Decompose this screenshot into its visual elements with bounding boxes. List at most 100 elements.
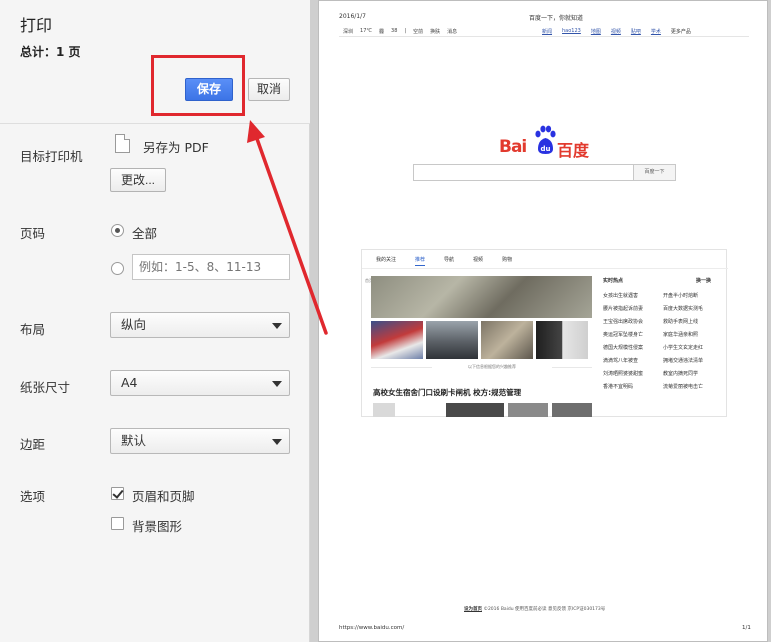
layout-label: 布局 — [20, 322, 46, 337]
options-label: 选项 — [20, 489, 46, 504]
preview-hot-item: 开盘半小时熔断 — [663, 293, 699, 299]
preview-page-heading: 百度一下，你就知道 — [529, 15, 584, 22]
preview-headline: 高校女生宿舍门口设刷卡闸机 校方:规范管理 — [373, 388, 522, 397]
pages-label: 页码 — [20, 226, 46, 241]
preview-tab: 我的关注 — [376, 257, 397, 263]
preview-tab: 购物 — [502, 257, 513, 263]
preview-date: 2016/1/7 — [339, 13, 366, 20]
print-settings-panel: 打印 总计：1 页 保存 取消 目标打印机 另存为 PDF 更改... 页码 全… — [0, 0, 310, 642]
preview-nav-item: 换肤 — [430, 29, 441, 35]
change-destination-button[interactable]: 更改... — [110, 168, 166, 192]
preview-search-button: 百度一下 — [633, 164, 676, 181]
preview-hot-item: 教室内摘死同学 — [663, 371, 699, 377]
pages-all-radio[interactable] — [111, 224, 124, 237]
preview-tab: 视频 — [473, 257, 484, 263]
background-graphics-label: 背景图形 — [132, 519, 183, 534]
print-header: 打印 总计：1 页 保存 取消 — [0, 0, 310, 124]
chevron-down-icon — [272, 439, 282, 445]
preview-search-box — [413, 164, 635, 181]
preview-hot-item: 流菊爱丽被电击亡 — [663, 384, 704, 390]
preview-nav-item: | — [404, 28, 407, 34]
preview-news-thumbnail — [536, 321, 588, 359]
page-total: 总计：1 页 — [20, 45, 81, 59]
save-button[interactable]: 保存 — [185, 78, 233, 101]
preview-nav-link: hao123 — [562, 28, 581, 34]
chevron-down-icon — [272, 381, 282, 387]
preview-hot-item: 救助手表网上线 — [663, 319, 699, 325]
header-footer-label: 页眉和页脚 — [132, 489, 195, 504]
preview-news-thumbnail — [552, 403, 592, 417]
destination-label: 目标打印机 — [20, 149, 83, 164]
preview-tabs-divider — [362, 268, 728, 269]
preview-nav-divider — [339, 36, 749, 37]
baidu-paw-icon: du — [535, 125, 556, 154]
preview-hot-item: 王宝强出席政协会 — [603, 319, 644, 325]
preview-page-url: https://www.baidu.com/ — [339, 625, 405, 631]
layout-value: 纵向 — [121, 317, 147, 332]
pdf-document-icon — [115, 134, 130, 153]
preview-hot-item: 德国大规模性侵案 — [603, 345, 644, 351]
preview-hot-list: 女孩出生就遇害 开盘半小时熔断 腰片被指起诉前妻 百度大数据实测毛 王宝强出席政… — [603, 292, 723, 390]
preview-news-thumbnail — [446, 403, 504, 417]
preview-hot-item: 拥堵交通违法清单 — [663, 358, 704, 364]
preview-hot-item: 家庭华涵亲和照 — [663, 332, 699, 338]
paper-size-select[interactable]: A4 — [110, 370, 290, 396]
pages-custom-radio[interactable] — [111, 262, 124, 275]
preview-nav-link: 视频 — [610, 29, 621, 35]
preview-news-thumbnail — [426, 321, 478, 359]
background-graphics-checkbox[interactable] — [111, 517, 124, 530]
margins-value: 默认 — [121, 433, 147, 448]
preview-hot-item: 女孩出生就遇害 — [603, 293, 639, 299]
preview-tab: 推荐 — [415, 256, 426, 266]
pages-all-label: 全部 — [132, 226, 158, 241]
preview-hot-item: 香港不宜明码 — [603, 384, 634, 390]
margins-label: 边距 — [20, 437, 46, 452]
preview-hot-item: 腰片被指起诉前妻 — [603, 306, 644, 312]
margins-select[interactable]: 默认 — [110, 428, 290, 454]
paper-size-value: A4 — [121, 375, 138, 390]
layout-select[interactable]: 纵向 — [110, 312, 290, 338]
preview-feed-tabs: 我的关注 推荐 导航 视频 购物 — [376, 256, 512, 266]
preview-nav-link: 学术 — [650, 29, 661, 35]
preview-footer-link: 设为首页 — [464, 607, 482, 612]
preview-weather-nav: 深圳 17℃ 霾 38 | 空前 换肤 消息 — [343, 28, 457, 35]
preview-hot-item: 刘涛晒照婆婆甜蜜 — [603, 371, 644, 377]
destination-value: 另存为 PDF — [143, 140, 209, 155]
header-footer-checkbox[interactable] — [111, 487, 124, 500]
preview-tab: 导航 — [444, 257, 455, 263]
preview-nav-item: 38 — [391, 28, 398, 34]
preview-news-thumbnail — [373, 403, 395, 417]
chevron-down-icon — [272, 323, 282, 329]
preview-news-thumbnail — [371, 321, 423, 359]
preview-nav-link: 地图 — [590, 29, 601, 35]
preview-news-thumbnail — [508, 403, 548, 417]
preview-top-nav: 新闻 hao123 地图 视频 贴吧 学术 更多产品 — [542, 28, 691, 35]
preview-nav-item: 空前 — [413, 29, 424, 35]
preview-news-thumbnail — [481, 321, 533, 359]
preview-nav-item: 消息 — [447, 29, 458, 35]
paper-size-label: 纸张尺寸 — [20, 380, 71, 395]
preview-page-number: 1/1 — [742, 625, 751, 631]
preview-nav-link: 更多产品 — [670, 29, 691, 35]
page-range-input[interactable] — [132, 254, 290, 280]
preview-nav-item: 17℃ — [360, 28, 372, 34]
svg-text:du: du — [541, 145, 551, 153]
preview-feed-card: 我的关注 推荐 导航 视频 购物 首页 以下信息根据您的兴趣推荐 高校女生宿舍门… — [361, 249, 728, 417]
preview-recommend-tip: 以下信息根据您的兴趣推荐 — [432, 364, 552, 370]
preview-nav-link: 贴吧 — [630, 29, 641, 35]
preview-footer: 设为首页 ©2016 Baidu 使用百度前必读 意见反馈 京ICP证03017… — [464, 606, 605, 612]
preview-hot-item: 百度大数据实测毛 — [663, 306, 704, 312]
cancel-button[interactable]: 取消 — [248, 78, 290, 101]
preview-nav-item: 深圳 — [343, 29, 354, 35]
dialog-title: 打印 — [20, 16, 53, 35]
preview-nav-link: 新闻 — [542, 29, 553, 35]
preview-footer-text: ©2016 Baidu 使用百度前必读 意见反馈 京ICP证030173号 — [483, 607, 606, 612]
preview-hot-item: 小学生文玄定走红 — [663, 345, 704, 351]
preview-hot-item: 奥运冠军坠楼身亡 — [603, 332, 644, 338]
preview-hot-item: 滴滴驾八年被查 — [603, 358, 639, 364]
preview-news-image — [371, 276, 592, 318]
preview-hot-title: 实时热点 — [603, 278, 624, 284]
print-preview-page: 2016/1/7 百度一下，你就知道 深圳 17℃ 霾 38 | 空前 换肤 消… — [318, 0, 768, 642]
preview-nav-item: 霾 — [379, 29, 385, 35]
preview-hot-switch: 换一换 — [696, 278, 712, 284]
